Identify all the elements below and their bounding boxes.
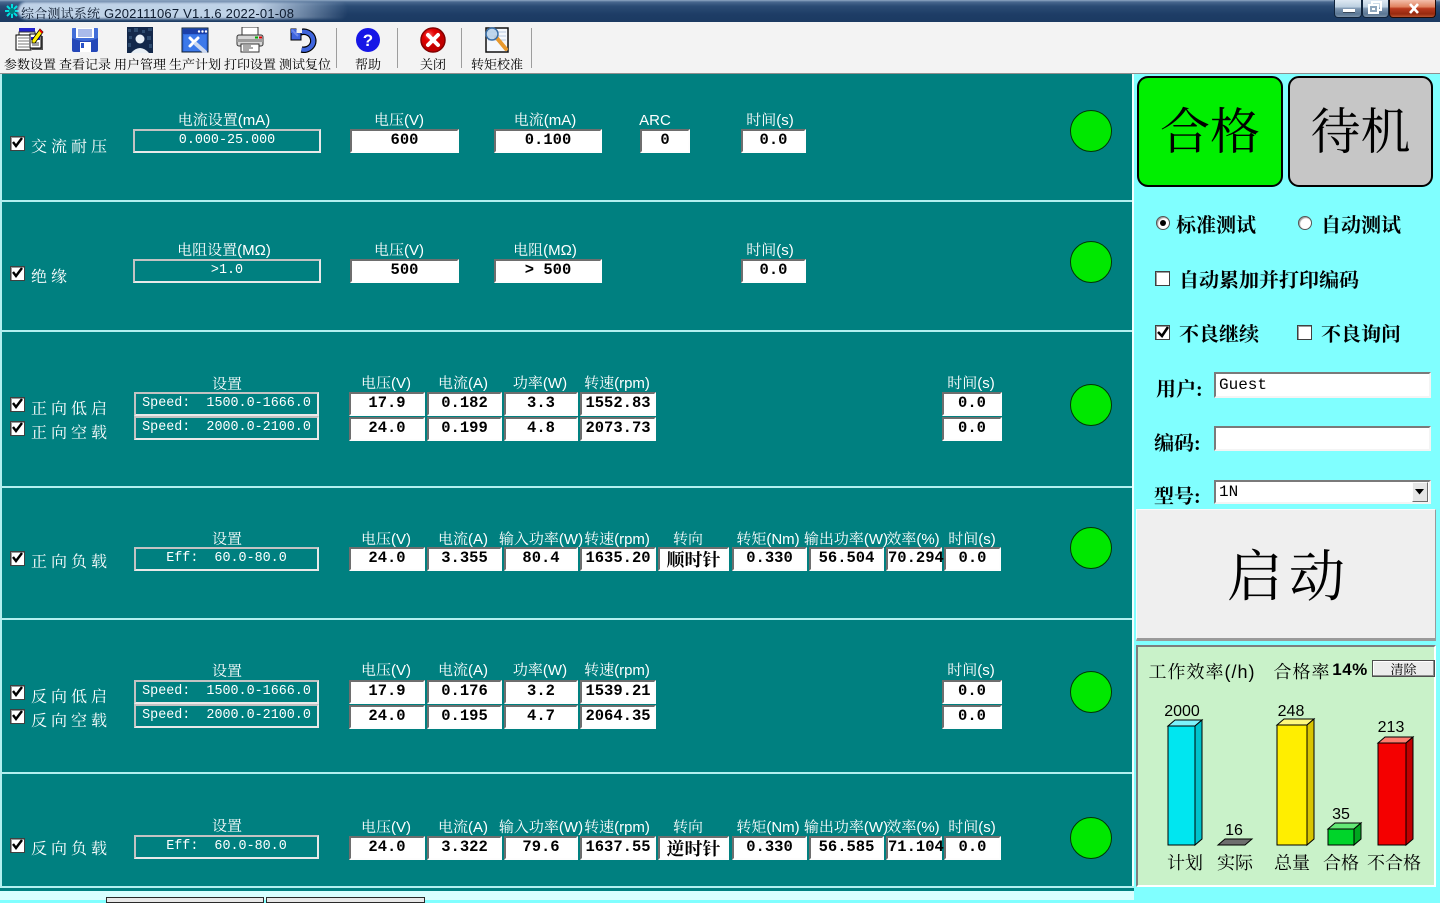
svg-text:?: ?	[363, 31, 373, 50]
